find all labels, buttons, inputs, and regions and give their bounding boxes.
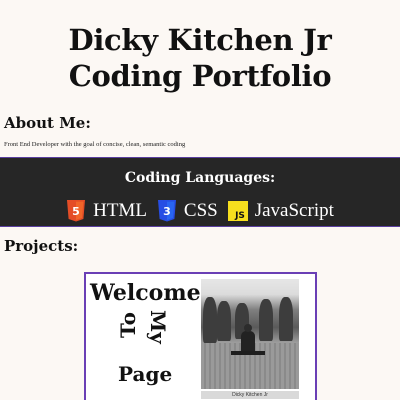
page-title-line-1: Dicky Kitchen Jr <box>68 23 332 57</box>
project-to-text: To <box>116 312 140 338</box>
javascript-icon: JS <box>227 201 248 221</box>
project-my-text: My <box>146 310 170 344</box>
projects-heading: Projects: <box>4 237 79 255</box>
svg-text:5: 5 <box>72 205 80 218</box>
language-item-javascript: JS JavaScript <box>227 200 334 222</box>
svg-text:3: 3 <box>163 205 171 218</box>
about-text: Front End Developer with the goal of con… <box>4 141 186 148</box>
css3-icon: 3 <box>157 200 176 222</box>
project-photo <box>201 279 299 389</box>
project-card-welcome-page[interactable]: Welcome To My Page Dicky Kitchen Jr <box>84 272 317 400</box>
coding-languages-heading: Coding Languages: <box>124 170 276 186</box>
language-label-html: HTML <box>93 200 147 221</box>
language-item-css: 3 CSS <box>157 200 218 222</box>
page-title: Dicky Kitchen Jr Coding Portfolio <box>0 22 400 94</box>
project-page-text: Page <box>118 362 173 386</box>
project-welcome-text: Welcome <box>90 280 201 306</box>
language-label-javascript: JavaScript <box>254 200 334 221</box>
language-item-html: 5 HTML <box>66 200 147 222</box>
coding-languages-section: Coding Languages: 5 HTML 3 CSS JS JavaSc… <box>0 157 400 227</box>
project-photo-caption: Dicky Kitchen Jr <box>201 391 299 399</box>
svg-text:JS: JS <box>234 211 245 221</box>
page-title-line-2: Coding Portfolio <box>68 59 332 93</box>
portfolio-page: Dicky Kitchen Jr Coding Portfolio About … <box>0 0 400 400</box>
about-heading: About Me: <box>4 114 91 132</box>
language-label-css: CSS <box>183 200 218 221</box>
html5-icon: 5 <box>67 200 86 222</box>
coding-languages-list: 5 HTML 3 CSS JS JavaScript <box>0 198 400 224</box>
photo-person <box>241 324 255 353</box>
